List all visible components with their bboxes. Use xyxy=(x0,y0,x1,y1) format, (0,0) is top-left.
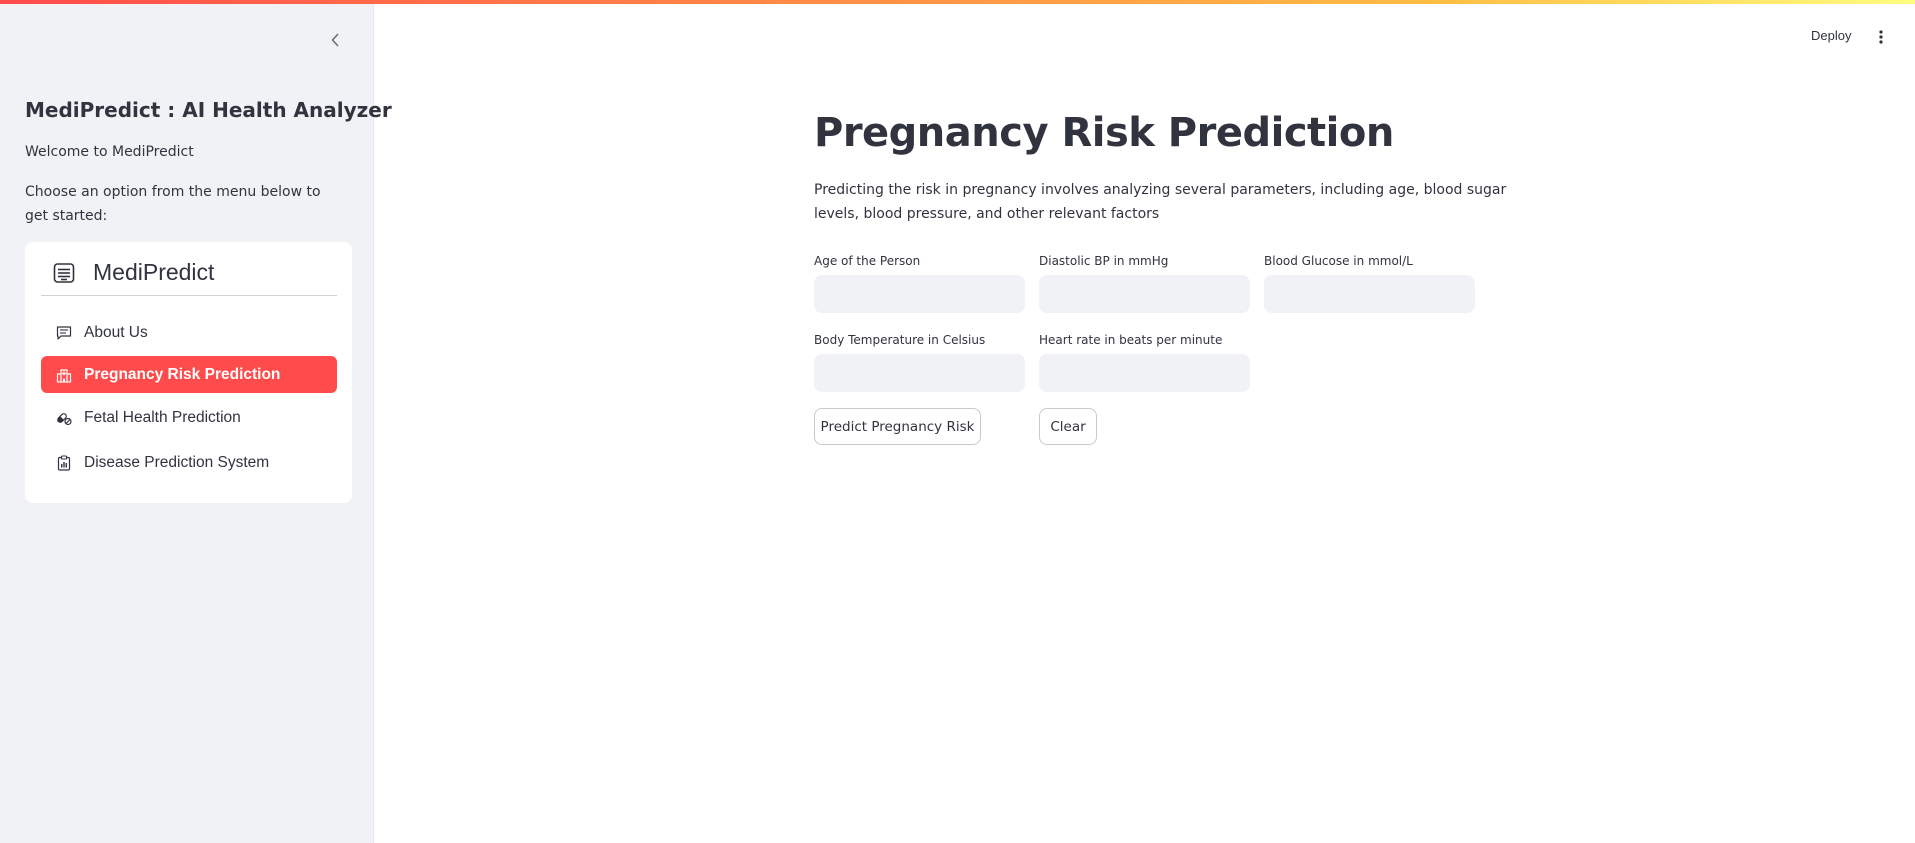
chevron-left-icon xyxy=(330,32,340,51)
body-temperature-field-label: Body Temperature in Celsius xyxy=(814,333,986,347)
age-field: Age of the Person xyxy=(814,254,1025,313)
top-decoration-bar xyxy=(0,0,1915,4)
menu-item-label: Pregnancy Risk Prediction xyxy=(84,365,281,383)
blood-glucose-field-label: Blood Glucose in mmol/L xyxy=(1264,254,1413,268)
diastolic-bp-field-label: Diastolic BP in mmHg xyxy=(1039,254,1169,268)
heart-rate-field-label: Heart rate in beats per minute xyxy=(1039,333,1223,347)
deploy-button[interactable]: Deploy xyxy=(1811,28,1851,43)
page-title: Pregnancy Risk Prediction xyxy=(814,110,1394,156)
blood-glucose-field: Blood Glucose in mmol/L xyxy=(1264,254,1475,313)
collapse-sidebar-button[interactable] xyxy=(324,30,346,52)
page-description: Predicting the risk in pregnancy involve… xyxy=(814,182,1507,222)
age-field-label: Age of the Person xyxy=(814,254,921,268)
predict-pregnancy-risk-button[interactable]: Predict Pregnancy Risk xyxy=(814,408,981,445)
main-content: Deploy Pregnancy Risk Prediction Predict… xyxy=(374,0,1915,843)
clear-button[interactable]: Clear xyxy=(1039,408,1097,445)
body-temperature-input[interactable] xyxy=(814,354,1025,392)
menu-header: MediPredict xyxy=(41,256,337,296)
sidebar: MediPredict : AI Health Analyzer Welcome… xyxy=(0,0,392,843)
list-icon xyxy=(51,260,77,286)
menu-item-label: About Us xyxy=(84,323,148,341)
app-window: MediPredict : AI Health Analyzer Welcome… xyxy=(0,0,1915,843)
menu-item-disease-prediction-system[interactable]: Disease Prediction System xyxy=(41,444,337,481)
option-menu: MediPredict About Us Pregnancy Risk Pred… xyxy=(25,242,352,503)
menu-item-about-us[interactable]: About Us xyxy=(41,314,337,351)
sidebar-instruction-text: Choose an option from the menu below to … xyxy=(25,184,321,224)
sidebar-welcome-text: Welcome to MediPredict xyxy=(25,144,194,160)
main-menu-button[interactable] xyxy=(1873,28,1889,48)
sidebar-title: MediPredict : AI Health Analyzer xyxy=(25,98,392,122)
capsule-icon xyxy=(55,409,72,426)
menu-header-title: MediPredict xyxy=(93,259,215,285)
form-section: Pregnancy Risk Prediction Predicting the… xyxy=(814,110,1514,226)
heart-rate-field: Heart rate in beats per minute xyxy=(1039,333,1250,392)
age-input[interactable] xyxy=(814,275,1025,313)
chat-icon xyxy=(55,324,72,341)
body-temperature-field: Body Temperature in Celsius xyxy=(814,333,1025,392)
menu-item-pregnancy-risk-prediction[interactable]: Pregnancy Risk Prediction xyxy=(41,356,337,393)
diastolic-bp-input[interactable] xyxy=(1039,275,1250,313)
menu-item-label: Disease Prediction System xyxy=(84,453,270,471)
menu-item-fetal-health-prediction[interactable]: Fetal Health Prediction xyxy=(41,399,337,436)
blood-glucose-input[interactable] xyxy=(1264,275,1475,313)
hospital-icon xyxy=(55,366,72,383)
diastolic-bp-field: Diastolic BP in mmHg xyxy=(1039,254,1250,313)
heart-rate-input[interactable] xyxy=(1039,354,1250,392)
clipboard-icon xyxy=(55,454,72,471)
menu-item-label: Fetal Health Prediction xyxy=(84,408,241,426)
vertical-dots-icon xyxy=(1879,29,1883,48)
